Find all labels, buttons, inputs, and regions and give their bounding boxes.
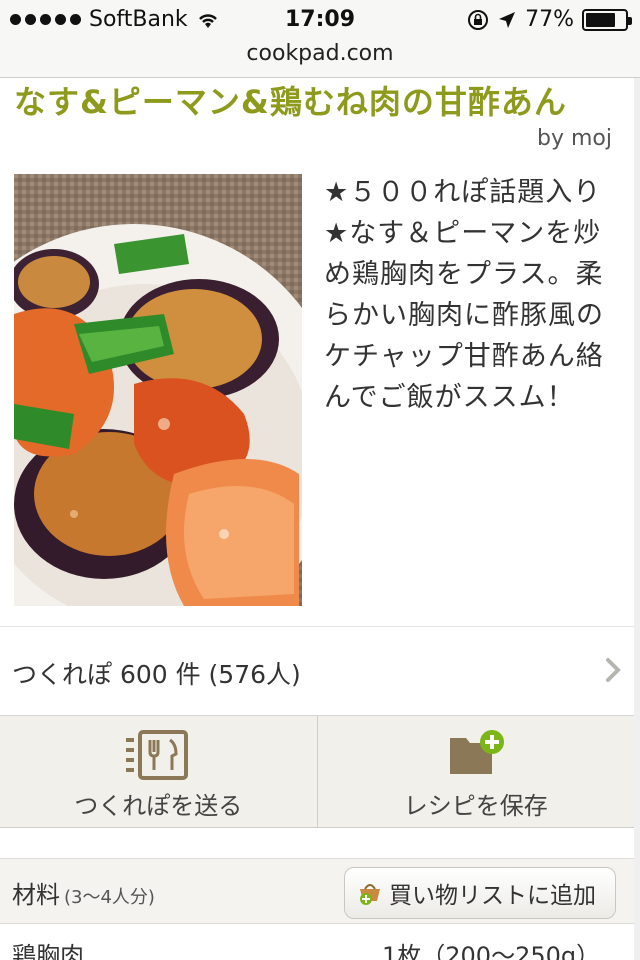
ingredients-header: 材料 (3〜4人分) 買い物リストに追加 <box>0 858 634 924</box>
chevron-right-icon <box>606 658 621 682</box>
basket-add-icon <box>360 884 380 905</box>
servings-text: (3〜4人分) <box>64 887 155 908</box>
tsukurepo-count: つくれぽ 600 件 (576人) <box>12 660 301 689</box>
add-to-shopping-list-label: 買い物リストに追加 <box>389 883 596 909</box>
author-byline[interactable]: by moj <box>537 126 612 151</box>
ingredient-name: 鶏胸肉 <box>12 942 84 960</box>
ingredients-title: 材料 <box>12 881 60 909</box>
spacer <box>0 828 640 858</box>
recipe-photo-image <box>14 174 302 606</box>
battery-percent: 77% <box>525 7 574 32</box>
tsukurepo-link[interactable]: つくれぽ 600 件 (576人) <box>0 626 634 716</box>
page-edge <box>634 78 640 960</box>
save-recipe-button[interactable]: レシピを保存 <box>316 716 635 827</box>
orientation-lock-icon <box>468 9 489 30</box>
send-tsukurepo-label: つくれぽを送る <box>74 792 243 820</box>
folder-add-icon <box>449 730 504 774</box>
ingredient-row: 鶏胸肉 1枚（200〜250g） <box>0 924 640 960</box>
fork-knife-icon <box>126 730 189 780</box>
battery-icon <box>582 8 632 31</box>
send-tsukurepo-button[interactable]: つくれぽを送る <box>0 716 317 827</box>
recipe-description: ★５００れぽ話題入り★なす＆ピーマンを炒め鶏胸肉をプラス。柔らかい胸肉に酢豚風の… <box>324 177 604 413</box>
add-to-shopping-list-button[interactable]: 買い物リストに追加 <box>344 867 616 919</box>
save-recipe-label: レシピを保存 <box>403 792 548 820</box>
battery-fill <box>586 12 616 27</box>
recipe-photo[interactable] <box>14 174 302 606</box>
url-text[interactable]: cookpad.com <box>246 41 393 66</box>
action-bar: つくれぽを送る レシピを保存 <box>0 716 634 828</box>
location-arrow-icon <box>499 11 516 28</box>
recipe-title: なす&ピーマン&鶏むね肉の甘酢あん <box>14 83 567 121</box>
status-right: 77% <box>467 7 632 32</box>
ingredients-heading: 材料 (3〜4人分) <box>12 875 155 910</box>
ingredient-quantity: 1枚（200〜250g） <box>382 942 601 960</box>
url-bar[interactable]: cookpad.com <box>0 40 640 78</box>
status-bar: SoftBank 17:09 77% <box>0 0 640 40</box>
